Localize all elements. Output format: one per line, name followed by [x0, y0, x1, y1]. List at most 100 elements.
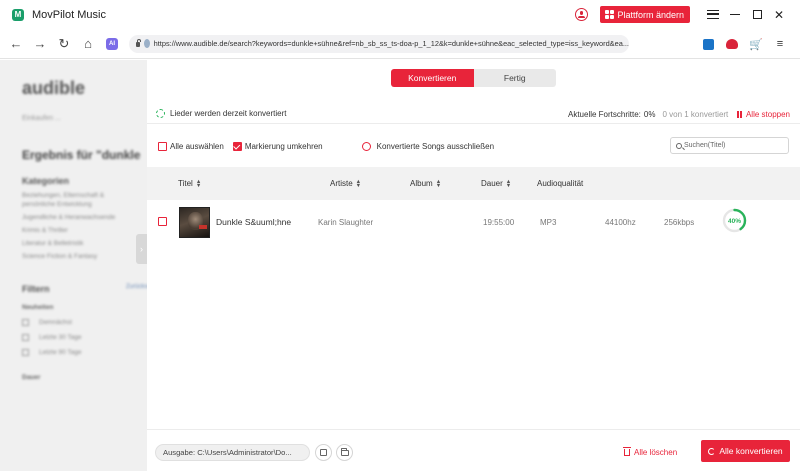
bg-new-heading: Neuheiten	[22, 304, 54, 311]
cart-icon: 🛒	[749, 38, 763, 51]
tab-convert[interactable]: Konvertieren	[391, 69, 474, 87]
sort-icon: ▲ ▼	[435, 178, 442, 189]
close-icon: ✕	[773, 7, 785, 22]
background-web-page: audible Einkaufen ... Ergebnis für "dunk…	[0, 60, 147, 471]
column-album[interactable]: Album ▲ ▼	[410, 167, 441, 200]
home-button[interactable]: ⌂	[76, 29, 100, 59]
stop-all-button[interactable]: Alle stoppen	[737, 110, 790, 119]
track-progress-text: 40%	[728, 218, 741, 225]
action-row: Alle auswählen Markierung umkehren Konve…	[147, 136, 800, 156]
exclude-converted-toggle[interactable]: Konvertierte Songs ausschließen	[361, 141, 495, 151]
progress-percent: 0%	[643, 109, 656, 119]
home-icon: ⌂	[84, 36, 92, 51]
open-folder-button[interactable]	[336, 444, 353, 461]
change-platform-button[interactable]: Plattform ändern	[600, 6, 690, 23]
url-text: https://www.audible.de/search?keywords=d…	[153, 39, 629, 48]
bg-breadcrumb: Einkaufen ...	[22, 115, 61, 122]
track-samplerate: 44100hz	[605, 217, 636, 227]
bg-category: Jugendliche & Heranwachsende	[22, 214, 116, 221]
bg-filters-row: Filtern Zurücksetzen	[22, 284, 147, 294]
search-input[interactable]: Suchen(Titel)	[670, 137, 789, 154]
save-button[interactable]	[696, 29, 720, 59]
tab-switcher: Konvertieren Fertig	[391, 69, 556, 87]
album-cover	[179, 207, 210, 238]
minimize-icon	[730, 13, 740, 16]
overall-progress: Aktuelle Fortschritte: 0% 0 von 1 konver…	[568, 104, 790, 124]
arrow-left-icon: ←	[9, 36, 23, 51]
tab-done[interactable]: Fertig	[473, 69, 556, 87]
panel-collapse-handle[interactable]: ›	[136, 234, 147, 264]
address-bar[interactable]: https://www.audible.de/search?keywords=d…	[129, 34, 629, 53]
menu-button[interactable]	[702, 0, 724, 29]
minimize-button[interactable]	[724, 0, 746, 29]
converter-panel: Konvertieren Fertig Lieder werden derzei…	[147, 60, 800, 471]
forward-button[interactable]: →	[28, 29, 52, 59]
track-artist: Karin Slaughter	[318, 217, 374, 227]
bg-filters-heading: Filtern	[22, 284, 50, 294]
convert-all-button[interactable]: Alle konvertieren	[701, 440, 790, 462]
bg-category: Beziehungen, Elternschaft &	[22, 192, 105, 199]
progress-label: Aktuelle Fortschritte:	[567, 109, 641, 119]
back-button[interactable]: ←	[4, 29, 28, 59]
status-text: Lieder werden derzeit konvertiert	[170, 109, 287, 118]
output-path-field[interactable]: Ausgabe: C:\Users\Administrator\Do...	[155, 444, 310, 461]
hamburger-icon	[707, 10, 719, 19]
column-artist[interactable]: Artiste ▲ ▼	[330, 167, 361, 200]
bg-search-heading: Ergebnis für "dunkle	[22, 148, 141, 162]
select-all-icon	[158, 141, 167, 151]
column-duration[interactable]: Dauer ▲ ▼	[481, 167, 511, 200]
reload-button[interactable]: ↻	[52, 29, 76, 59]
select-all-button[interactable]: Alle auswählen	[158, 141, 224, 151]
sort-icon: ▲ ▼	[195, 178, 202, 189]
bg-filter-option: Letzte 30 Tage	[22, 334, 147, 341]
select-all-label: Alle auswählen	[170, 141, 224, 151]
convert-all-label: Alle konvertieren	[719, 446, 783, 456]
exclude-converted-label: Konvertierte Songs ausschließen	[376, 141, 495, 151]
refresh-icon	[708, 447, 716, 455]
track-bitrate: 256kbps	[664, 217, 695, 227]
invert-selection-button[interactable]: Markierung umkehren	[232, 141, 323, 151]
row-checkbox[interactable]	[158, 217, 167, 226]
bg-category: Literatur & Belletristik	[22, 240, 84, 247]
folder-icon	[340, 447, 349, 456]
arrow-right-icon: →	[33, 36, 47, 51]
save-icon	[702, 38, 714, 50]
edit-path-button[interactable]	[315, 444, 332, 461]
trash-icon	[623, 447, 631, 456]
track-format: MP3	[540, 217, 557, 227]
search-icon	[676, 142, 682, 149]
invert-selection-icon	[232, 141, 242, 151]
bg-filters-reset: Zurücksetzen	[125, 284, 147, 290]
delete-all-button[interactable]: Alle löschen	[623, 444, 678, 461]
extension-icon	[726, 39, 738, 49]
playlist-icon: ≡	[776, 38, 784, 50]
delete-all-label: Alle löschen	[634, 448, 678, 457]
site-icon	[143, 39, 150, 48]
app-title: MovPilot Music	[32, 8, 106, 21]
pause-icon	[737, 110, 742, 118]
maximize-icon	[752, 10, 762, 19]
maximize-button[interactable]	[746, 0, 768, 29]
lock-icon	[136, 39, 141, 47]
extension-button[interactable]	[720, 29, 744, 59]
close-button[interactable]: ✕	[768, 0, 790, 29]
bg-categories-heading: Kategorien	[22, 176, 70, 186]
app-logo-icon: M	[12, 8, 24, 21]
track-duration: 19:55:00	[483, 217, 515, 227]
footer-bar: Ausgabe: C:\Users\Administrator\Do... Al…	[147, 429, 800, 471]
track-title: Dunkle S&uuml;hne	[216, 217, 292, 227]
sort-icon: ▲ ▼	[355, 178, 362, 189]
user-account-icon[interactable]	[575, 8, 589, 21]
cart-button[interactable]: 🛒	[744, 29, 768, 59]
ai-icon[interactable]: AI	[106, 37, 118, 50]
bg-category: Science Fiction & Fantasy	[22, 253, 98, 260]
invert-selection-label: Markierung umkehren	[244, 141, 323, 151]
column-title[interactable]: Titel ▲ ▼	[178, 167, 201, 200]
playlist-button[interactable]: ≡	[768, 29, 792, 59]
table-row[interactable]: Dunkle S&uuml;hne Karin Slaughter 19:55:…	[147, 200, 800, 244]
title-bar: M MovPilot Music Plattform ändern ✕	[0, 0, 800, 29]
change-platform-label: Plattform ändern	[617, 9, 684, 20]
table-header: Titel ▲ ▼ Artiste ▲ ▼ Album ▲ ▼ Dauer ▲ ▼ Au…	[147, 167, 800, 200]
bg-category: Krimis & Thriller	[22, 227, 68, 234]
radio-icon	[361, 141, 371, 151]
